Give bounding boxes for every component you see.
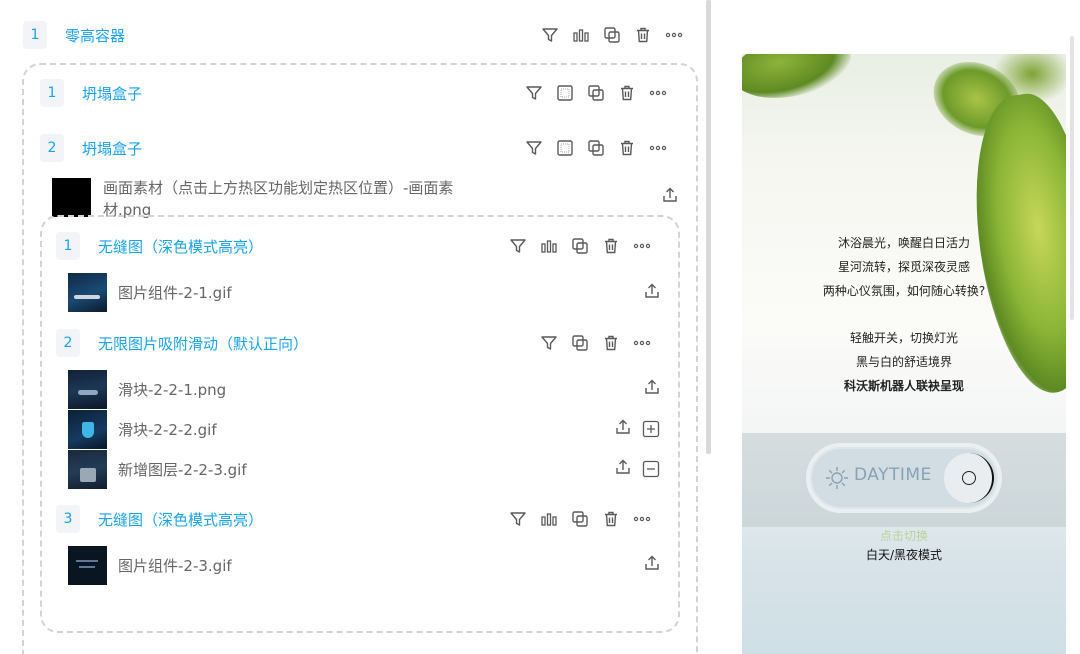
- trash-icon[interactable]: [617, 84, 636, 103]
- poem-line: 两种心仪氛围，如何随心转换?: [822, 284, 986, 298]
- tree-row-root[interactable]: 1 零高容器: [23, 20, 125, 50]
- filter-icon[interactable]: [524, 139, 543, 158]
- bar-chart-icon[interactable]: [539, 510, 558, 529]
- asset-name: 新增图层-2-2-3.gif: [118, 461, 247, 479]
- row-toolbar: [540, 23, 683, 47]
- copy-icon[interactable]: [586, 139, 605, 158]
- asset-item[interactable]: 滑块-2-2-1.png: [68, 370, 226, 409]
- mobile-preview: 沐浴晨光，唤醒白日活力 星河流转，探觅深夜灵感 两种心仪氛围，如何随心转换? 轻…: [742, 54, 1066, 654]
- asset-thumbnail: [68, 546, 107, 585]
- row-title[interactable]: 无限图片吸附滑动（默认正向）: [98, 333, 308, 354]
- asset-name: 滑块-2-2-1.png: [118, 381, 227, 399]
- row-index: 3: [56, 505, 80, 533]
- asset-name: 图片组件-2-1.gif: [118, 284, 232, 302]
- more-icon[interactable]: [664, 26, 683, 45]
- row-title[interactable]: 无缝图（深色模式高亮）: [98, 236, 263, 257]
- copy-icon[interactable]: [586, 84, 605, 103]
- poem-brand-text: 科沃斯机器人联袂呈现: [843, 379, 964, 393]
- row-toolbar: [508, 507, 651, 531]
- asset-item[interactable]: 新增图层-2-2-3.gif: [68, 450, 247, 489]
- leaf-decoration: [742, 54, 857, 108]
- toggle-caption: 白天/黑夜模式: [865, 548, 943, 562]
- upload-icon[interactable]: [643, 378, 661, 396]
- asset-thumbnail: [68, 273, 107, 312]
- row-toolbar: [524, 136, 667, 160]
- trash-icon[interactable]: [601, 237, 620, 256]
- upload-icon[interactable]: [643, 282, 661, 300]
- upload-icon[interactable]: [614, 418, 632, 436]
- trash-icon[interactable]: [617, 139, 636, 158]
- row-index: 1: [40, 79, 64, 107]
- more-icon[interactable]: [648, 84, 667, 103]
- poem-line: 轻触开关，切换灯光: [849, 331, 958, 345]
- copy-icon[interactable]: [602, 26, 621, 45]
- more-icon[interactable]: [632, 334, 651, 353]
- filter-icon[interactable]: [508, 237, 527, 256]
- plus-icon[interactable]: [642, 420, 660, 438]
- asset-item[interactable]: 滑块-2-2-2.gif: [68, 410, 217, 449]
- poem-line: 星河流转，探觅深夜灵感: [837, 260, 970, 274]
- filter-icon[interactable]: [540, 26, 559, 45]
- row-toolbar: [524, 81, 667, 105]
- filter-icon[interactable]: [524, 84, 543, 103]
- row-title[interactable]: 坍塌盒子: [82, 83, 142, 104]
- bar-chart-icon[interactable]: [571, 26, 590, 45]
- toggle-knob[interactable]: [944, 453, 994, 503]
- day-night-toggle[interactable]: DAYTIME: [806, 443, 1002, 513]
- poem-line-bold: 科沃斯机器人联袂呈现: [742, 374, 1066, 398]
- copy-icon[interactable]: [570, 237, 589, 256]
- row-title[interactable]: 坍塌盒子: [82, 138, 142, 159]
- grid-icon[interactable]: [555, 84, 574, 103]
- bar-chart-icon[interactable]: [539, 237, 558, 256]
- row-index: 1: [23, 21, 47, 49]
- trash-icon[interactable]: [601, 510, 620, 529]
- tree-row-inner-1[interactable]: 1 无缝图（深色模式高亮）: [56, 231, 263, 261]
- trash-icon[interactable]: [633, 26, 652, 45]
- asset-name-line1: 画面素材（点击上方热区功能划定热区位置）-画面素: [103, 179, 454, 197]
- more-icon[interactable]: [632, 510, 651, 529]
- asset-thumbnail: [68, 450, 107, 489]
- poem-line: 沐浴晨光，唤醒白日活力: [837, 236, 970, 250]
- trash-icon[interactable]: [601, 334, 620, 353]
- toggle-hint: 点击切换: [879, 529, 928, 543]
- upload-icon[interactable]: [614, 458, 632, 476]
- tree-row-inner-2[interactable]: 2 无限图片吸附滑动（默认正向）: [56, 328, 308, 358]
- filter-icon[interactable]: [508, 510, 527, 529]
- asset-item[interactable]: 图片组件-2-1.gif: [68, 273, 232, 312]
- row-index: 2: [40, 134, 64, 162]
- asset-thumbnail: [68, 410, 107, 449]
- component-tree-panel: 1 零高容器 1 坍塌盒子 2 坍塌盒子 画面素材（点击上方热区功能划定热区位置…: [0, 0, 706, 654]
- upload-icon[interactable]: [661, 186, 679, 204]
- filter-icon[interactable]: [539, 334, 558, 353]
- asset-item[interactable]: 图片组件-2-3.gif: [68, 546, 232, 585]
- minus-icon[interactable]: [642, 460, 660, 478]
- asset-thumbnail: [68, 370, 107, 409]
- asset-name: 图片组件-2-3.gif: [118, 557, 232, 575]
- asset-thumbnail: [52, 178, 91, 217]
- row-index: 2: [56, 329, 80, 357]
- preview-scrollbar[interactable]: [1070, 36, 1074, 320]
- copy-icon[interactable]: [570, 334, 589, 353]
- row-index: 1: [56, 232, 80, 260]
- tree-row-box1[interactable]: 1 坍塌盒子: [40, 78, 142, 108]
- row-toolbar: [539, 331, 651, 355]
- more-icon[interactable]: [632, 237, 651, 256]
- row-title[interactable]: 零高容器: [65, 25, 125, 46]
- more-icon[interactable]: [648, 139, 667, 158]
- row-toolbar: [508, 234, 651, 258]
- tree-row-box2[interactable]: 2 坍塌盒子: [40, 133, 142, 163]
- grid-icon[interactable]: [555, 139, 574, 158]
- tree-row-inner-3[interactable]: 3 无缝图（深色模式高亮）: [56, 504, 263, 534]
- row-title[interactable]: 无缝图（深色模式高亮）: [98, 509, 263, 530]
- toggle-label: DAYTIME: [854, 465, 932, 485]
- poem-line: 黑与白的舒适境界: [855, 355, 952, 369]
- sun-icon: [824, 465, 850, 491]
- asset-name: 滑块-2-2-2.gif: [118, 421, 217, 439]
- knob-indicator: [962, 471, 976, 485]
- copy-icon[interactable]: [570, 510, 589, 529]
- upload-icon[interactable]: [643, 554, 661, 572]
